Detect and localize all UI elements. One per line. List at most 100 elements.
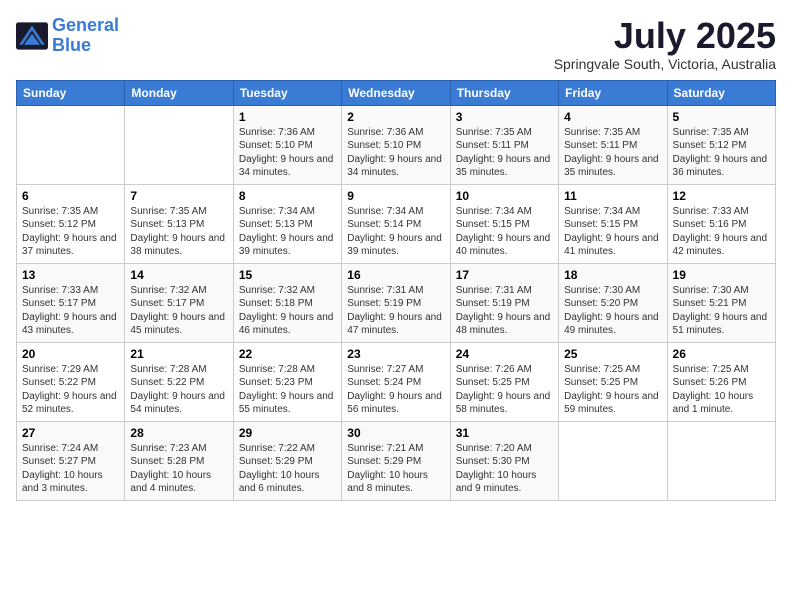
day-number: 14 — [130, 268, 227, 282]
calendar-cell: 30Sunrise: 7:21 AMSunset: 5:29 PMDayligh… — [342, 421, 450, 500]
calendar-body: 1 Sunrise: 7:36 AMSunset: 5:10 PMDaylight… — [17, 105, 776, 500]
calendar-cell: 20 Sunrise: 7:29 AMSunset: 5:22 PMDayligh… — [17, 342, 125, 421]
day-detail: Sunrise: 7:23 AMSunset: 5:28 PMDaylight:… — [130, 442, 227, 496]
day-number: 31 — [456, 426, 553, 440]
calendar-week-5: 27Sunrise: 7:24 AMSunset: 5:27 PMDayligh… — [17, 421, 776, 500]
day-detail: Sunrise: 7:20 AMSunset: 5:30 PMDaylight:… — [456, 442, 553, 496]
calendar-cell: 13 Sunrise: 7:33 AMSunset: 5:17 PMDayligh… — [17, 263, 125, 342]
calendar-cell: 17 Sunrise: 7:31 AMSunset: 5:19 PMDayligh… — [450, 263, 558, 342]
day-detail: Sunrise: 7:25 AMSunset: 5:25 PMDaylight:… — [564, 363, 661, 417]
day-number: 27 — [22, 426, 119, 440]
day-detail: Sunrise: 7:35 AMSunset: 5:12 PMDaylight:… — [22, 205, 119, 259]
calendar-table: SundayMondayTuesdayWednesdayThursdayFrid… — [16, 80, 776, 501]
day-detail: Sunrise: 7:32 AMSunset: 5:17 PMDaylight:… — [130, 284, 227, 338]
day-number: 2 — [347, 110, 444, 124]
day-detail: Sunrise: 7:30 AMSunset: 5:20 PMDaylight:… — [564, 284, 661, 338]
weekday-header-thursday: Thursday — [450, 80, 558, 105]
calendar-week-1: 1 Sunrise: 7:36 AMSunset: 5:10 PMDaylight… — [17, 105, 776, 184]
day-number: 6 — [22, 189, 119, 203]
day-detail: Sunrise: 7:29 AMSunset: 5:22 PMDaylight:… — [22, 363, 119, 417]
day-detail: Sunrise: 7:32 AMSunset: 5:18 PMDaylight:… — [239, 284, 336, 338]
day-detail: Sunrise: 7:34 AMSunset: 5:15 PMDaylight:… — [456, 205, 553, 259]
day-number: 7 — [130, 189, 227, 203]
day-detail: Sunrise: 7:31 AMSunset: 5:19 PMDaylight:… — [456, 284, 553, 338]
day-number: 5 — [673, 110, 770, 124]
calendar-week-3: 13 Sunrise: 7:33 AMSunset: 5:17 PMDayligh… — [17, 263, 776, 342]
calendar-cell: 9Sunrise: 7:34 AMSunset: 5:14 PMDaylight… — [342, 184, 450, 263]
calendar-cell — [17, 105, 125, 184]
day-number: 28 — [130, 426, 227, 440]
day-number: 26 — [673, 347, 770, 361]
calendar-week-4: 20 Sunrise: 7:29 AMSunset: 5:22 PMDayligh… — [17, 342, 776, 421]
day-detail: Sunrise: 7:25 AMSunset: 5:26 PMDaylight:… — [673, 363, 770, 417]
calendar-cell — [559, 421, 667, 500]
weekday-header-sunday: Sunday — [17, 80, 125, 105]
calendar-cell: 25Sunrise: 7:25 AMSunset: 5:25 PMDayligh… — [559, 342, 667, 421]
calendar-cell: 15 Sunrise: 7:32 AMSunset: 5:18 PMDayligh… — [233, 263, 341, 342]
calendar-cell: 11 Sunrise: 7:34 AMSunset: 5:15 PMDayligh… — [559, 184, 667, 263]
calendar-cell: 19Sunrise: 7:30 AMSunset: 5:21 PMDayligh… — [667, 263, 775, 342]
weekday-header-tuesday: Tuesday — [233, 80, 341, 105]
day-number: 29 — [239, 426, 336, 440]
location: Springvale South, Victoria, Australia — [554, 56, 776, 72]
calendar-cell: 4 Sunrise: 7:35 AMSunset: 5:11 PMDaylight… — [559, 105, 667, 184]
calendar-cell: 2Sunrise: 7:36 AMSunset: 5:10 PMDaylight… — [342, 105, 450, 184]
day-number: 11 — [564, 189, 661, 203]
calendar-cell: 3 Sunrise: 7:35 AMSunset: 5:11 PMDaylight… — [450, 105, 558, 184]
day-detail: Sunrise: 7:31 AMSunset: 5:19 PMDaylight:… — [347, 284, 444, 338]
day-detail: Sunrise: 7:28 AMSunset: 5:22 PMDaylight:… — [130, 363, 227, 417]
day-detail: Sunrise: 7:36 AMSunset: 5:10 PMDaylight:… — [239, 126, 336, 180]
day-number: 23 — [347, 347, 444, 361]
calendar-cell: 5 Sunrise: 7:35 AMSunset: 5:12 PMDaylight… — [667, 105, 775, 184]
day-detail: Sunrise: 7:35 AMSunset: 5:12 PMDaylight:… — [673, 126, 770, 180]
calendar-cell: 7 Sunrise: 7:35 AMSunset: 5:13 PMDaylight… — [125, 184, 233, 263]
day-number: 15 — [239, 268, 336, 282]
calendar-cell: 24Sunrise: 7:26 AMSunset: 5:25 PMDayligh… — [450, 342, 558, 421]
day-detail: Sunrise: 7:30 AMSunset: 5:21 PMDaylight:… — [673, 284, 770, 338]
calendar-cell: 21 Sunrise: 7:28 AMSunset: 5:22 PMDayligh… — [125, 342, 233, 421]
calendar-week-2: 6 Sunrise: 7:35 AMSunset: 5:12 PMDaylight… — [17, 184, 776, 263]
page-header: GeneralBlue July 2025 Springvale South, … — [16, 16, 776, 72]
logo: GeneralBlue — [16, 16, 119, 56]
logo-icon — [16, 22, 48, 50]
day-detail: Sunrise: 7:33 AMSunset: 5:16 PMDaylight:… — [673, 205, 770, 259]
day-detail: Sunrise: 7:33 AMSunset: 5:17 PMDaylight:… — [22, 284, 119, 338]
calendar-cell: 23 Sunrise: 7:27 AMSunset: 5:24 PMDayligh… — [342, 342, 450, 421]
day-number: 13 — [22, 268, 119, 282]
day-detail: Sunrise: 7:28 AMSunset: 5:23 PMDaylight:… — [239, 363, 336, 417]
day-number: 17 — [456, 268, 553, 282]
day-number: 1 — [239, 110, 336, 124]
day-number: 3 — [456, 110, 553, 124]
calendar-cell: 29 Sunrise: 7:22 AMSunset: 5:29 PMDayligh… — [233, 421, 341, 500]
day-number: 22 — [239, 347, 336, 361]
day-detail: Sunrise: 7:22 AMSunset: 5:29 PMDaylight:… — [239, 442, 336, 496]
day-detail: Sunrise: 7:27 AMSunset: 5:24 PMDaylight:… — [347, 363, 444, 417]
day-number: 21 — [130, 347, 227, 361]
calendar-cell: 6 Sunrise: 7:35 AMSunset: 5:12 PMDaylight… — [17, 184, 125, 263]
day-number: 10 — [456, 189, 553, 203]
day-detail: Sunrise: 7:35 AMSunset: 5:11 PMDaylight:… — [564, 126, 661, 180]
day-detail: Sunrise: 7:35 AMSunset: 5:13 PMDaylight:… — [130, 205, 227, 259]
calendar-cell: 18 Sunrise: 7:30 AMSunset: 5:20 PMDayligh… — [559, 263, 667, 342]
calendar-cell: 31 Sunrise: 7:20 AMSunset: 5:30 PMDayligh… — [450, 421, 558, 500]
day-number: 4 — [564, 110, 661, 124]
day-number: 18 — [564, 268, 661, 282]
weekday-header-friday: Friday — [559, 80, 667, 105]
calendar-cell: 27Sunrise: 7:24 AMSunset: 5:27 PMDayligh… — [17, 421, 125, 500]
weekday-header-monday: Monday — [125, 80, 233, 105]
day-detail: Sunrise: 7:35 AMSunset: 5:11 PMDaylight:… — [456, 126, 553, 180]
weekday-header-row: SundayMondayTuesdayWednesdayThursdayFrid… — [17, 80, 776, 105]
calendar-cell: 12Sunrise: 7:33 AMSunset: 5:16 PMDayligh… — [667, 184, 775, 263]
day-detail: Sunrise: 7:34 AMSunset: 5:15 PMDaylight:… — [564, 205, 661, 259]
calendar-cell: 8Sunrise: 7:34 AMSunset: 5:13 PMDaylight… — [233, 184, 341, 263]
day-number: 20 — [22, 347, 119, 361]
logo-text: GeneralBlue — [52, 16, 119, 56]
calendar-cell — [125, 105, 233, 184]
calendar-cell: 22 Sunrise: 7:28 AMSunset: 5:23 PMDayligh… — [233, 342, 341, 421]
day-number: 9 — [347, 189, 444, 203]
weekday-header-saturday: Saturday — [667, 80, 775, 105]
calendar-cell: 14 Sunrise: 7:32 AMSunset: 5:17 PMDayligh… — [125, 263, 233, 342]
day-detail: Sunrise: 7:21 AMSunset: 5:29 PMDaylight:… — [347, 442, 444, 496]
title-block: July 2025 Springvale South, Victoria, Au… — [554, 16, 776, 72]
calendar-cell: 10 Sunrise: 7:34 AMSunset: 5:15 PMDayligh… — [450, 184, 558, 263]
